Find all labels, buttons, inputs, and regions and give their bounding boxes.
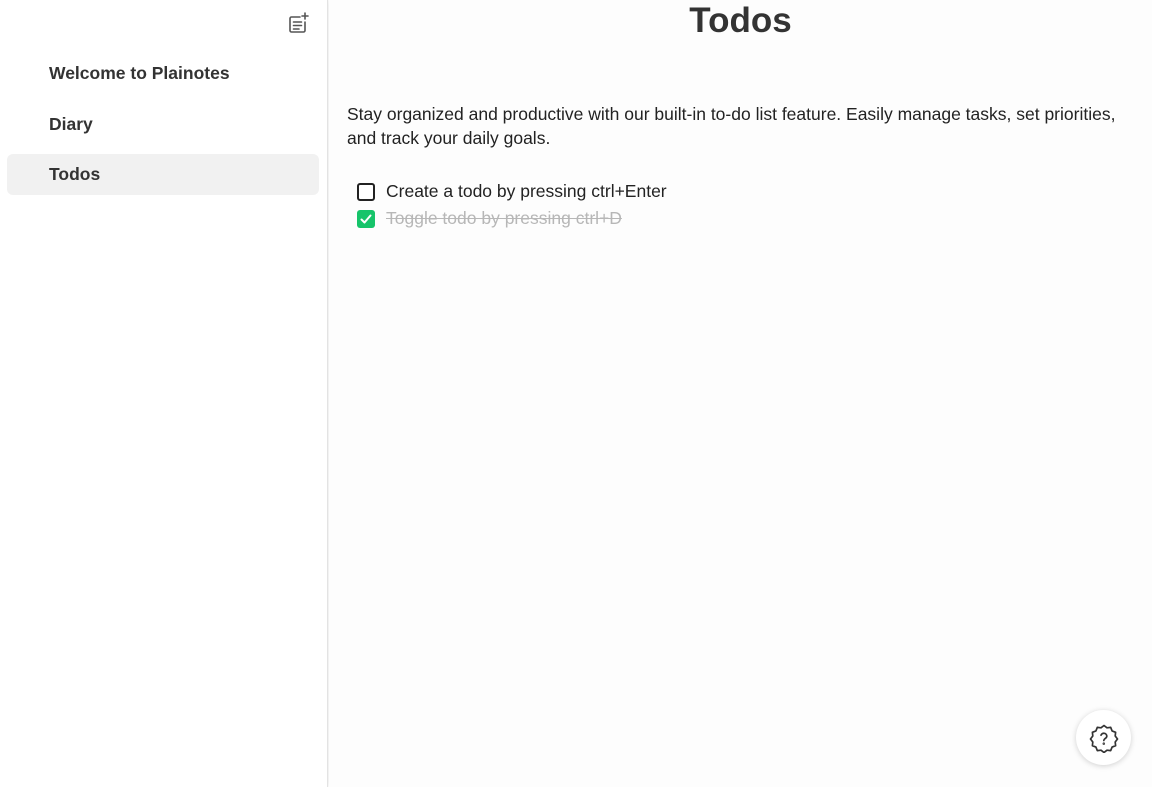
note-list: Welcome to Plainotes Diary Todos [7,53,319,205]
sidebar-item-label: Todos [49,164,101,184]
todo-checkbox[interactable] [357,182,375,201]
help-button[interactable] [1076,710,1131,765]
sidebar-item-welcome[interactable]: Welcome to Plainotes [7,53,319,94]
note-description[interactable]: Stay organized and productive with our b… [347,102,1137,150]
todo-item: Create a todo by pressing ctrl+Enter [357,178,667,205]
sidebar-item-diary[interactable]: Diary [7,104,319,145]
new-note-button[interactable] [284,9,312,37]
checkmark-icon [360,214,372,223]
todo-item: Toggle todo by pressing ctrl+D [357,205,667,232]
note-editor[interactable]: Todos Stay organized and productive with… [329,0,1152,787]
todo-checkbox[interactable] [357,209,375,228]
todo-text[interactable]: Toggle todo by pressing ctrl+D [386,208,622,229]
todo-text[interactable]: Create a todo by pressing ctrl+Enter [386,181,667,202]
sidebar-item-label: Diary [49,113,93,134]
page-title[interactable]: Todos [329,0,1152,42]
note-add-icon [289,12,309,33]
sidebar-item-todos[interactable]: Todos [7,154,319,195]
todo-list: Create a todo by pressing ctrl+Enter Tog… [357,178,667,232]
sidebar-item-label: Welcome to Plainotes [49,63,230,83]
help-icon [1089,724,1118,753]
sidebar: Welcome to Plainotes Diary Todos [0,0,328,787]
